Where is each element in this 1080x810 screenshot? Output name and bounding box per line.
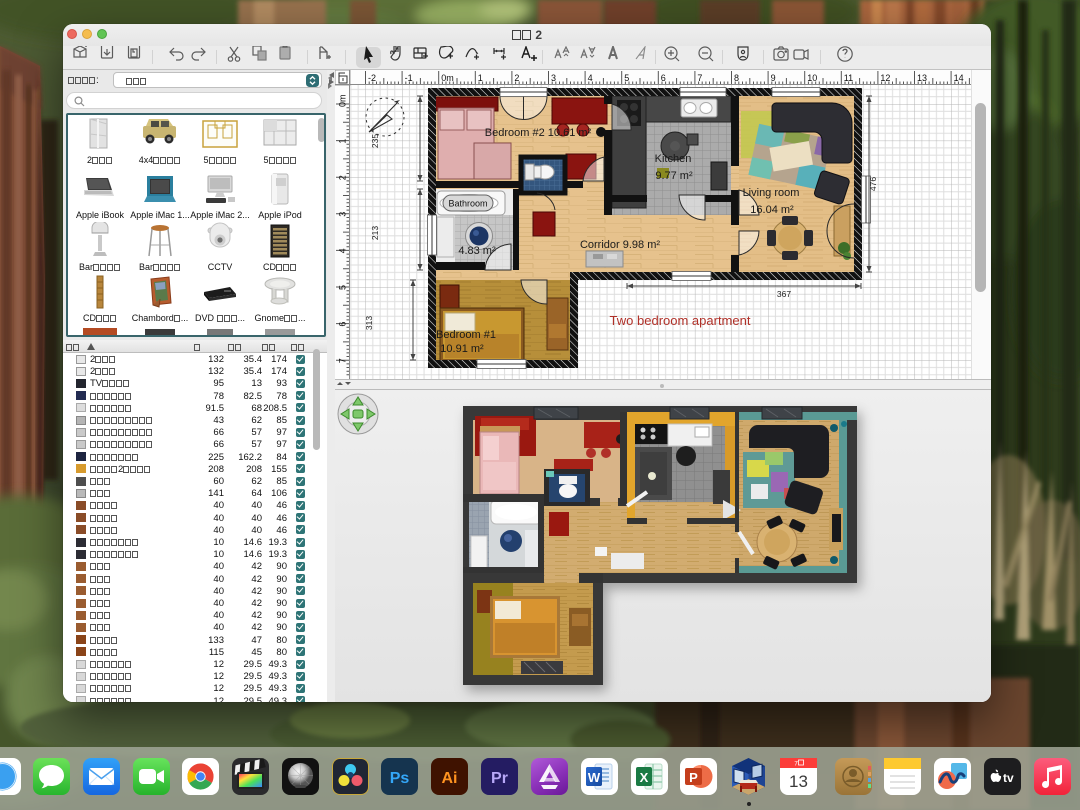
svg-text:14: 14 [954,73,964,83]
svg-text:0m: 0m [441,73,454,83]
svg-text:213: 213 [370,226,380,240]
svg-text:Two bedroom apartment: Two bedroom apartment [610,313,751,328]
svg-text:-1: -1 [405,73,413,83]
svg-text:4.83 m²: 4.83 m² [458,245,496,257]
svg-text:9.77 m²: 9.77 m² [655,170,693,182]
svg-text:Bedroom #2 10.61 m²: Bedroom #2 10.61 m² [485,127,592,139]
svg-text:11: 11 [844,73,853,83]
svg-text:2: 2 [514,73,519,83]
svg-text:313: 313 [364,316,374,330]
svg-text:W: W [588,770,601,785]
svg-text:5: 5 [624,73,629,83]
svg-text:2: 2 [338,175,348,180]
svg-text:7: 7 [697,73,702,83]
svg-text:0m: 0m [338,94,348,107]
svg-text:tv: tv [1003,771,1014,785]
svg-text:Corridor 9.98 m²: Corridor 9.98 m² [580,239,660,251]
svg-text:13: 13 [789,772,808,791]
svg-text:Bathroom: Bathroom [448,199,487,209]
svg-text:16.04 m²: 16.04 m² [750,204,794,216]
svg-text:5: 5 [338,285,348,290]
svg-text:235: 235 [370,134,380,148]
svg-text:Ps: Ps [390,770,410,787]
svg-text:1: 1 [478,73,483,83]
svg-text:1: 1 [338,139,348,144]
svg-text:Living room: Living room [743,187,800,199]
svg-text:P: P [689,770,698,785]
svg-text:4: 4 [338,248,348,253]
svg-text:6: 6 [338,322,348,327]
svg-text:367: 367 [777,289,791,299]
svg-text:X: X [640,770,649,785]
svg-text:12: 12 [880,73,890,83]
svg-text:Bedroom #1: Bedroom #1 [436,329,496,341]
svg-text:3: 3 [551,73,556,83]
svg-text:6: 6 [661,73,666,83]
svg-text:Kitchen: Kitchen [655,153,692,165]
svg-text:7: 7 [338,358,348,363]
svg-text:7: 7 [794,761,798,768]
svg-text:3: 3 [338,212,348,217]
svg-text:10: 10 [807,73,817,83]
svg-text:476: 476 [868,177,878,191]
svg-text:4: 4 [588,73,593,83]
svg-text:8: 8 [734,73,739,83]
svg-text:Ai: Ai [442,770,458,787]
svg-text:9: 9 [771,73,776,83]
svg-text:-2: -2 [368,73,376,83]
svg-text:13: 13 [917,73,927,83]
svg-text:Pr: Pr [491,770,508,787]
svg-text:10.91 m²: 10.91 m² [440,343,484,355]
